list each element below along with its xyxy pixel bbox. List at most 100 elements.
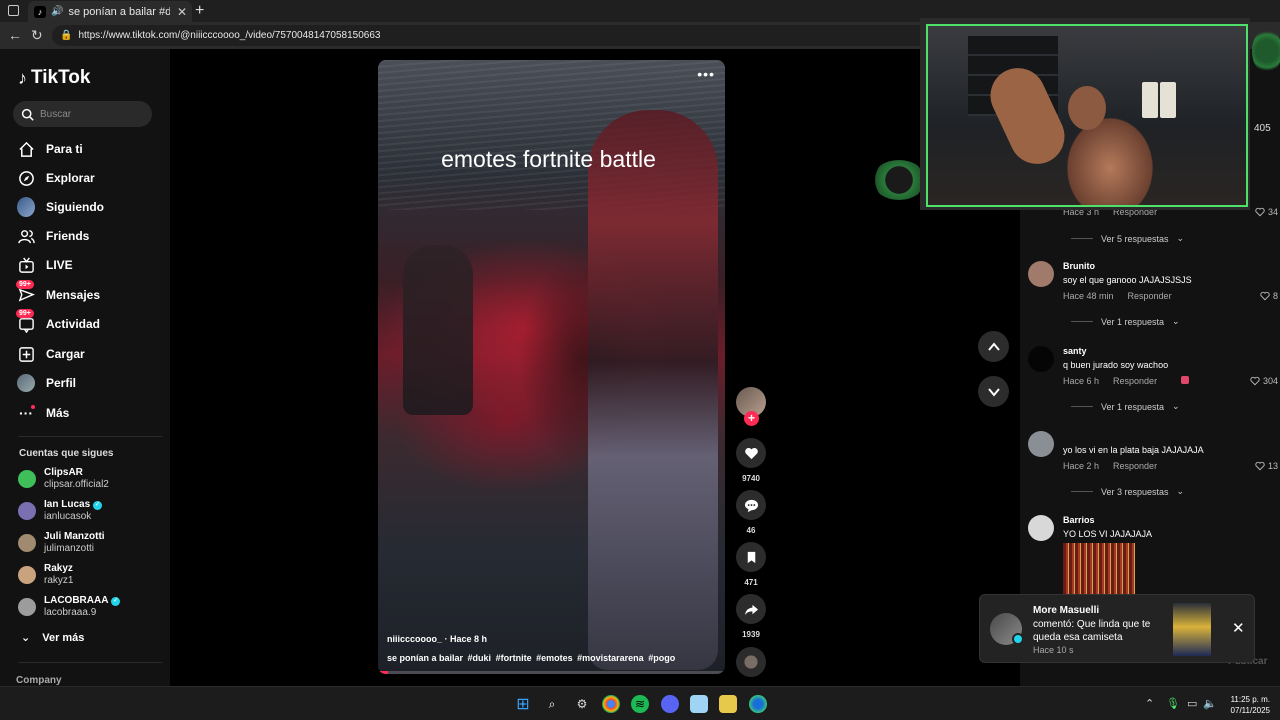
- like-button[interactable]: [736, 438, 766, 468]
- microphone-icon[interactable]: 🎙: [1166, 697, 1180, 710]
- casino-chip-graphic: [872, 160, 926, 200]
- comment-button[interactable]: [736, 490, 766, 520]
- notification-toast[interactable]: More Masuelli comentó: Que linda que te …: [979, 594, 1255, 663]
- discord-icon[interactable]: [661, 695, 679, 713]
- nav-actividad[interactable]: 99+ Actividad: [16, 309, 100, 335]
- account-handle: julimanzotti: [44, 543, 95, 554]
- tiktok-logo[interactable]: ♪ TikTok: [18, 67, 90, 89]
- comment-user[interactable]: Barrios: [1063, 515, 1095, 525]
- comment-avatar[interactable]: [1028, 515, 1054, 541]
- see-more-label: Ver más: [42, 631, 85, 644]
- heart-outline-icon: [1255, 461, 1265, 471]
- comment-like-button[interactable]: 8: [1260, 291, 1278, 301]
- view-replies-button[interactable]: Ver 3 respuestas ⌄: [1071, 486, 1184, 497]
- reply-button[interactable]: Responder: [1113, 376, 1157, 386]
- close-icon[interactable]: ✕: [1232, 619, 1245, 637]
- search-input[interactable]: [40, 108, 140, 120]
- file-explorer-icon[interactable]: [719, 695, 737, 713]
- video-progress-bar[interactable]: [378, 671, 725, 674]
- nav-mas[interactable]: ··· Más: [17, 402, 69, 424]
- windows-start-icon[interactable]: ⊞: [514, 695, 532, 713]
- site-info-icon[interactable]: 🔒: [60, 30, 72, 41]
- nav-label: Perfil: [46, 376, 77, 390]
- hashtag-link[interactable]: #emotes: [536, 653, 573, 663]
- account-name: Juli Manzotti: [44, 531, 105, 542]
- followed-account[interactable]: Rakyz rakyz1: [18, 562, 73, 588]
- url-field[interactable]: 🔒 https://www.tiktok.com/@niiicccoooo_/v…: [52, 25, 932, 46]
- music-disc-icon[interactable]: [736, 647, 766, 677]
- comment-badge-icon: [1012, 633, 1024, 645]
- view-replies-label: Ver 1 respuesta: [1101, 316, 1165, 327]
- view-replies-button[interactable]: Ver 1 respuesta ⌄: [1071, 401, 1180, 412]
- nav-mensajes[interactable]: 99+ Mensajes: [16, 280, 100, 306]
- comment-avatar[interactable]: [1028, 431, 1054, 457]
- chrome-icon[interactable]: [602, 695, 620, 713]
- activity-icon: 99+: [16, 309, 35, 333]
- comment-image[interactable]: [1063, 543, 1135, 595]
- reload-icon[interactable]: ↻: [31, 27, 43, 44]
- video-description-text: se ponían a bailar: [387, 653, 464, 663]
- video-more-options-icon[interactable]: •••: [697, 66, 715, 82]
- view-replies-button[interactable]: Ver 5 respuestas ⌄: [1071, 233, 1184, 244]
- follow-plus-icon[interactable]: +: [744, 411, 759, 426]
- hashtag-link[interactable]: #movistararena: [577, 653, 644, 663]
- video-author[interactable]: niiicccoooo_: [387, 634, 442, 644]
- followed-account[interactable]: LACOBRAAA ✓ lacobraaa.9: [18, 594, 121, 620]
- comment-like-button[interactable]: 13: [1255, 461, 1278, 471]
- heart-outline-icon: [1260, 291, 1270, 301]
- video-author-line[interactable]: niiicccoooo_ · Hace 8 h: [387, 634, 487, 644]
- back-icon[interactable]: ←: [8, 27, 22, 43]
- nav-para-ti[interactable]: Para ti: [17, 138, 83, 160]
- previous-video-button[interactable]: [978, 331, 1009, 362]
- workspaces-icon[interactable]: [8, 5, 19, 16]
- video-progress-fill: [378, 671, 389, 674]
- comment-user[interactable]: santy: [1063, 346, 1087, 356]
- nav-live[interactable]: LIVE: [17, 254, 73, 276]
- nav-perfil[interactable]: Perfil: [17, 372, 76, 394]
- edge-browser-icon[interactable]: [749, 695, 767, 713]
- chevron-down-icon: ⌄: [21, 632, 31, 644]
- reply-button[interactable]: Responder: [1113, 461, 1157, 471]
- nav-cargar[interactable]: Cargar: [17, 343, 85, 365]
- save-button[interactable]: [736, 542, 766, 572]
- volume-icon[interactable]: 🔈: [1203, 697, 1217, 710]
- nav-friends[interactable]: Friends: [17, 225, 89, 247]
- creator-avatar[interactable]: +: [736, 387, 766, 426]
- network-icon[interactable]: ▭: [1187, 697, 1197, 710]
- hashtag-link[interactable]: #fortnite: [496, 653, 532, 663]
- taskbar-clock[interactable]: 11:25 p. m. 07/11/2025: [1222, 694, 1270, 716]
- followed-account[interactable]: Juli Manzotti julimanzotti: [18, 530, 105, 556]
- spotify-icon[interactable]: ≋: [631, 695, 649, 713]
- browser-tab[interactable]: ♪ 🔊 se ponían a bailar #duki #fo ✕: [28, 1, 192, 22]
- video-caption-overlay: emotes fortnite battle: [441, 146, 656, 172]
- comment-avatar[interactable]: [1028, 346, 1054, 372]
- close-tab-icon[interactable]: ✕: [175, 5, 189, 19]
- audio-playing-icon[interactable]: 🔊: [51, 6, 63, 17]
- reply-button[interactable]: Responder: [1128, 291, 1172, 301]
- comment-avatar[interactable]: [1028, 261, 1054, 287]
- search-icon[interactable]: ⌕: [543, 695, 561, 713]
- view-replies-button[interactable]: Ver 1 respuesta ⌄: [1071, 316, 1180, 327]
- hashtag-link[interactable]: #pogo: [648, 653, 675, 663]
- comment-like-button[interactable]: 304: [1250, 376, 1278, 386]
- followed-account[interactable]: Ian Lucas ✓ ianlucasok: [18, 498, 103, 524]
- nav-siguiendo[interactable]: Siguiendo: [17, 196, 104, 218]
- see-more-button[interactable]: ⌄ Ver más: [21, 631, 85, 645]
- account-handle: ianlucasok: [44, 511, 92, 522]
- followed-account[interactable]: ClipsAR clipsar.official2: [18, 466, 109, 492]
- new-tab-button[interactable]: +: [195, 2, 204, 20]
- nav-explorar[interactable]: Explorar: [17, 167, 95, 189]
- hashtag-link[interactable]: #duki: [468, 653, 492, 663]
- settings-gear-icon[interactable]: ⚙: [573, 695, 591, 713]
- share-button[interactable]: [736, 594, 766, 624]
- video-player[interactable]: ••• emotes fortnite battle niiicccoooo_ …: [378, 60, 725, 674]
- side-count: 405: [1254, 123, 1271, 134]
- next-video-button[interactable]: [978, 376, 1009, 407]
- search-box[interactable]: [13, 101, 152, 127]
- comment-user[interactable]: Brunito: [1063, 261, 1095, 271]
- casino-chip-graphic: [1252, 28, 1280, 74]
- company-link[interactable]: Company: [16, 675, 62, 686]
- notepad-icon[interactable]: [690, 695, 708, 713]
- comment-like-button[interactable]: 34: [1255, 207, 1278, 217]
- tray-chevron-icon[interactable]: ⌃: [1145, 697, 1154, 710]
